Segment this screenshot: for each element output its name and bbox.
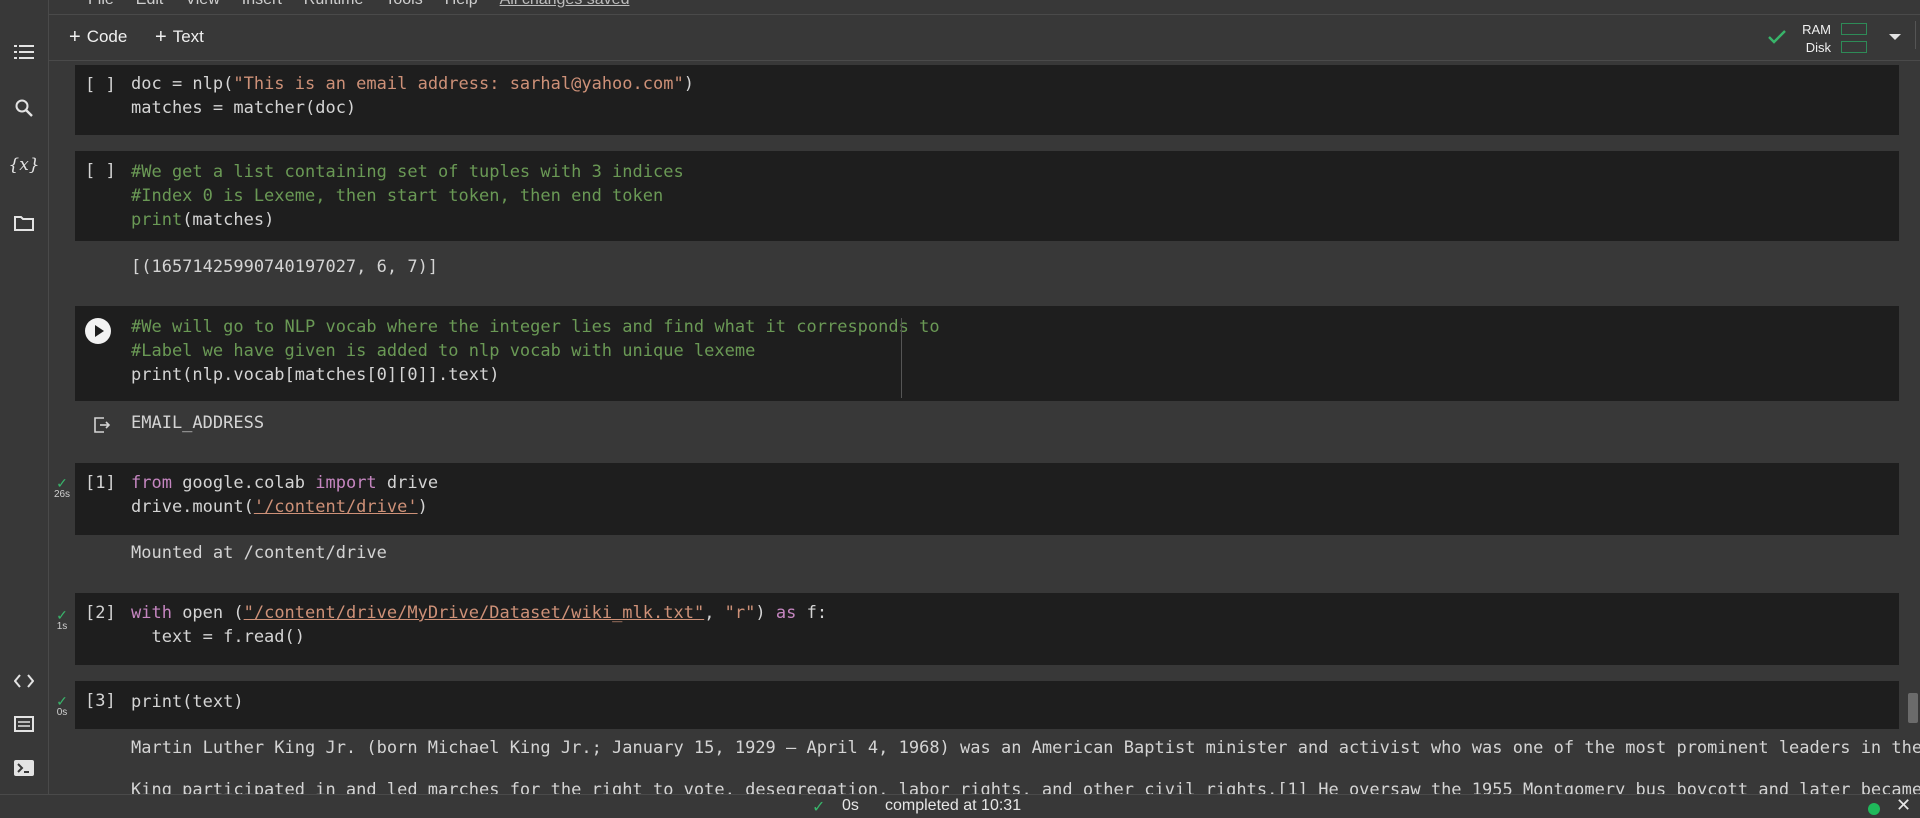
scrollbar-thumb[interactable] xyxy=(1908,693,1918,723)
status-duration: 0s xyxy=(842,797,859,814)
code-line[interactable]: with open ("/content/drive/MyDrive/Datas… xyxy=(131,603,827,623)
variables-icon[interactable]: {x} xyxy=(8,149,40,181)
left-sidebar: {x} xyxy=(0,0,49,817)
connection-status-dot xyxy=(1868,803,1880,815)
code-line[interactable]: #We get a list containing set of tuples … xyxy=(131,162,684,182)
disk-meter xyxy=(1841,41,1867,53)
execution-status: ✓ 1s xyxy=(51,607,73,632)
plus-icon: + xyxy=(155,26,167,48)
command-palette-icon[interactable] xyxy=(8,708,40,740)
menu-help[interactable]: Help xyxy=(445,0,478,9)
ruler-line xyxy=(901,318,902,398)
ram-label: RAM xyxy=(1802,22,1831,37)
code-line[interactable]: print(text) xyxy=(131,692,244,712)
checkmark-icon: ✓ xyxy=(56,693,68,709)
code-cell[interactable]: [1] from google.colab import drive drive… xyxy=(75,463,1899,535)
menu-edit[interactable]: Edit xyxy=(136,0,164,9)
menu-bar: File Edit View Insert Runtime Tools Help… xyxy=(48,0,1920,15)
code-line[interactable]: text = f.read() xyxy=(131,627,305,647)
ram-meter xyxy=(1841,23,1867,35)
table-of-contents-icon[interactable] xyxy=(8,36,40,68)
checkmark-icon: ✓ xyxy=(56,475,68,491)
add-text-button[interactable]: + Text xyxy=(155,25,204,49)
code-line[interactable]: #We will go to NLP vocab where the integ… xyxy=(131,317,940,337)
search-icon[interactable] xyxy=(8,92,40,124)
execution-status: ✓ 0s xyxy=(51,693,73,718)
close-icon[interactable]: ✕ xyxy=(1896,795,1911,816)
menu-tools[interactable]: Tools xyxy=(385,0,422,9)
cell-output-line: Martin Luther King Jr. (born Michael Kin… xyxy=(131,738,1920,758)
code-line[interactable]: from google.colab import drive xyxy=(131,473,438,493)
code-line[interactable]: print(matches) xyxy=(131,210,274,230)
code-line[interactable]: drive.mount('/content/drive') xyxy=(131,497,428,517)
terminal-icon[interactable] xyxy=(8,752,40,784)
cell-output: [(16571425990740197027, 6, 7)] xyxy=(131,257,439,277)
menu-view[interactable]: View xyxy=(185,0,219,9)
save-status-link[interactable]: All changes saved xyxy=(500,0,630,9)
cell-prompt: [2] xyxy=(85,603,116,623)
code-cell[interactable]: [2] with open ("/content/drive/MyDrive/D… xyxy=(75,593,1899,665)
code-line[interactable]: #Label we have given is added to nlp voc… xyxy=(131,341,755,361)
notebook-toolbar: + Code + Text RAM Disk xyxy=(49,15,1920,61)
menu-insert[interactable]: Insert xyxy=(242,0,282,9)
checkmark-icon: ✓ xyxy=(812,799,826,816)
code-line[interactable]: print(nlp.vocab[matches[0][0]].text) xyxy=(131,365,499,385)
cell-prompt: [ ] xyxy=(85,75,116,95)
plus-icon: + xyxy=(69,26,81,48)
add-text-label: Text xyxy=(172,27,204,46)
resource-monitor[interactable]: RAM Disk xyxy=(1763,19,1875,57)
execution-duration: 0s xyxy=(56,707,68,718)
status-bar: ✓ 0s completed at 10:31 ✕ xyxy=(0,794,1920,818)
code-line[interactable]: #Index 0 is Lexeme, then start token, th… xyxy=(131,186,663,206)
code-line[interactable]: matches = matcher(doc) xyxy=(131,98,356,118)
execution-duration: 1s xyxy=(56,621,68,632)
output-icon[interactable] xyxy=(92,416,112,439)
add-code-label: Code xyxy=(86,27,128,46)
checkmark-icon: ✓ xyxy=(56,607,68,623)
cell-prompt: [3] xyxy=(85,691,116,711)
cell-output: EMAIL_ADDRESS xyxy=(131,413,265,433)
notebook-cells: [ ] doc = nlp("This is an email address:… xyxy=(49,61,1920,794)
code-cell[interactable]: [3] print(text) xyxy=(75,681,1899,729)
menu-runtime[interactable]: Runtime xyxy=(304,0,364,9)
cell-prompt: [ ] xyxy=(85,161,116,181)
code-icon[interactable] xyxy=(8,665,40,697)
execution-status: ✓ 26s xyxy=(51,475,73,500)
chevron-down-icon[interactable] xyxy=(1888,29,1902,47)
cell-prompt: [1] xyxy=(85,473,116,493)
cell-output: Mounted at /content/drive xyxy=(131,543,387,563)
code-cell[interactable]: [ ] doc = nlp("This is an email address:… xyxy=(75,65,1899,135)
execution-duration: 26s xyxy=(53,489,71,500)
add-code-button[interactable]: + Code xyxy=(69,25,127,49)
status-completed: completed at 10:31 xyxy=(885,797,1022,814)
run-cell-button[interactable] xyxy=(85,318,111,344)
cell-output-line: King participated in and led marches for… xyxy=(131,780,1920,794)
disk-label: Disk xyxy=(1805,40,1831,55)
code-cell[interactable]: [ ] #We get a list containing set of tup… xyxy=(75,151,1899,241)
code-line[interactable]: doc = nlp("This is an email address: sar… xyxy=(131,74,694,94)
folder-icon[interactable] xyxy=(8,207,40,239)
code-cell-active[interactable]: #We will go to NLP vocab where the integ… xyxy=(75,306,1899,401)
menu-file[interactable]: File xyxy=(88,0,114,9)
checkmark-icon xyxy=(1768,30,1786,44)
